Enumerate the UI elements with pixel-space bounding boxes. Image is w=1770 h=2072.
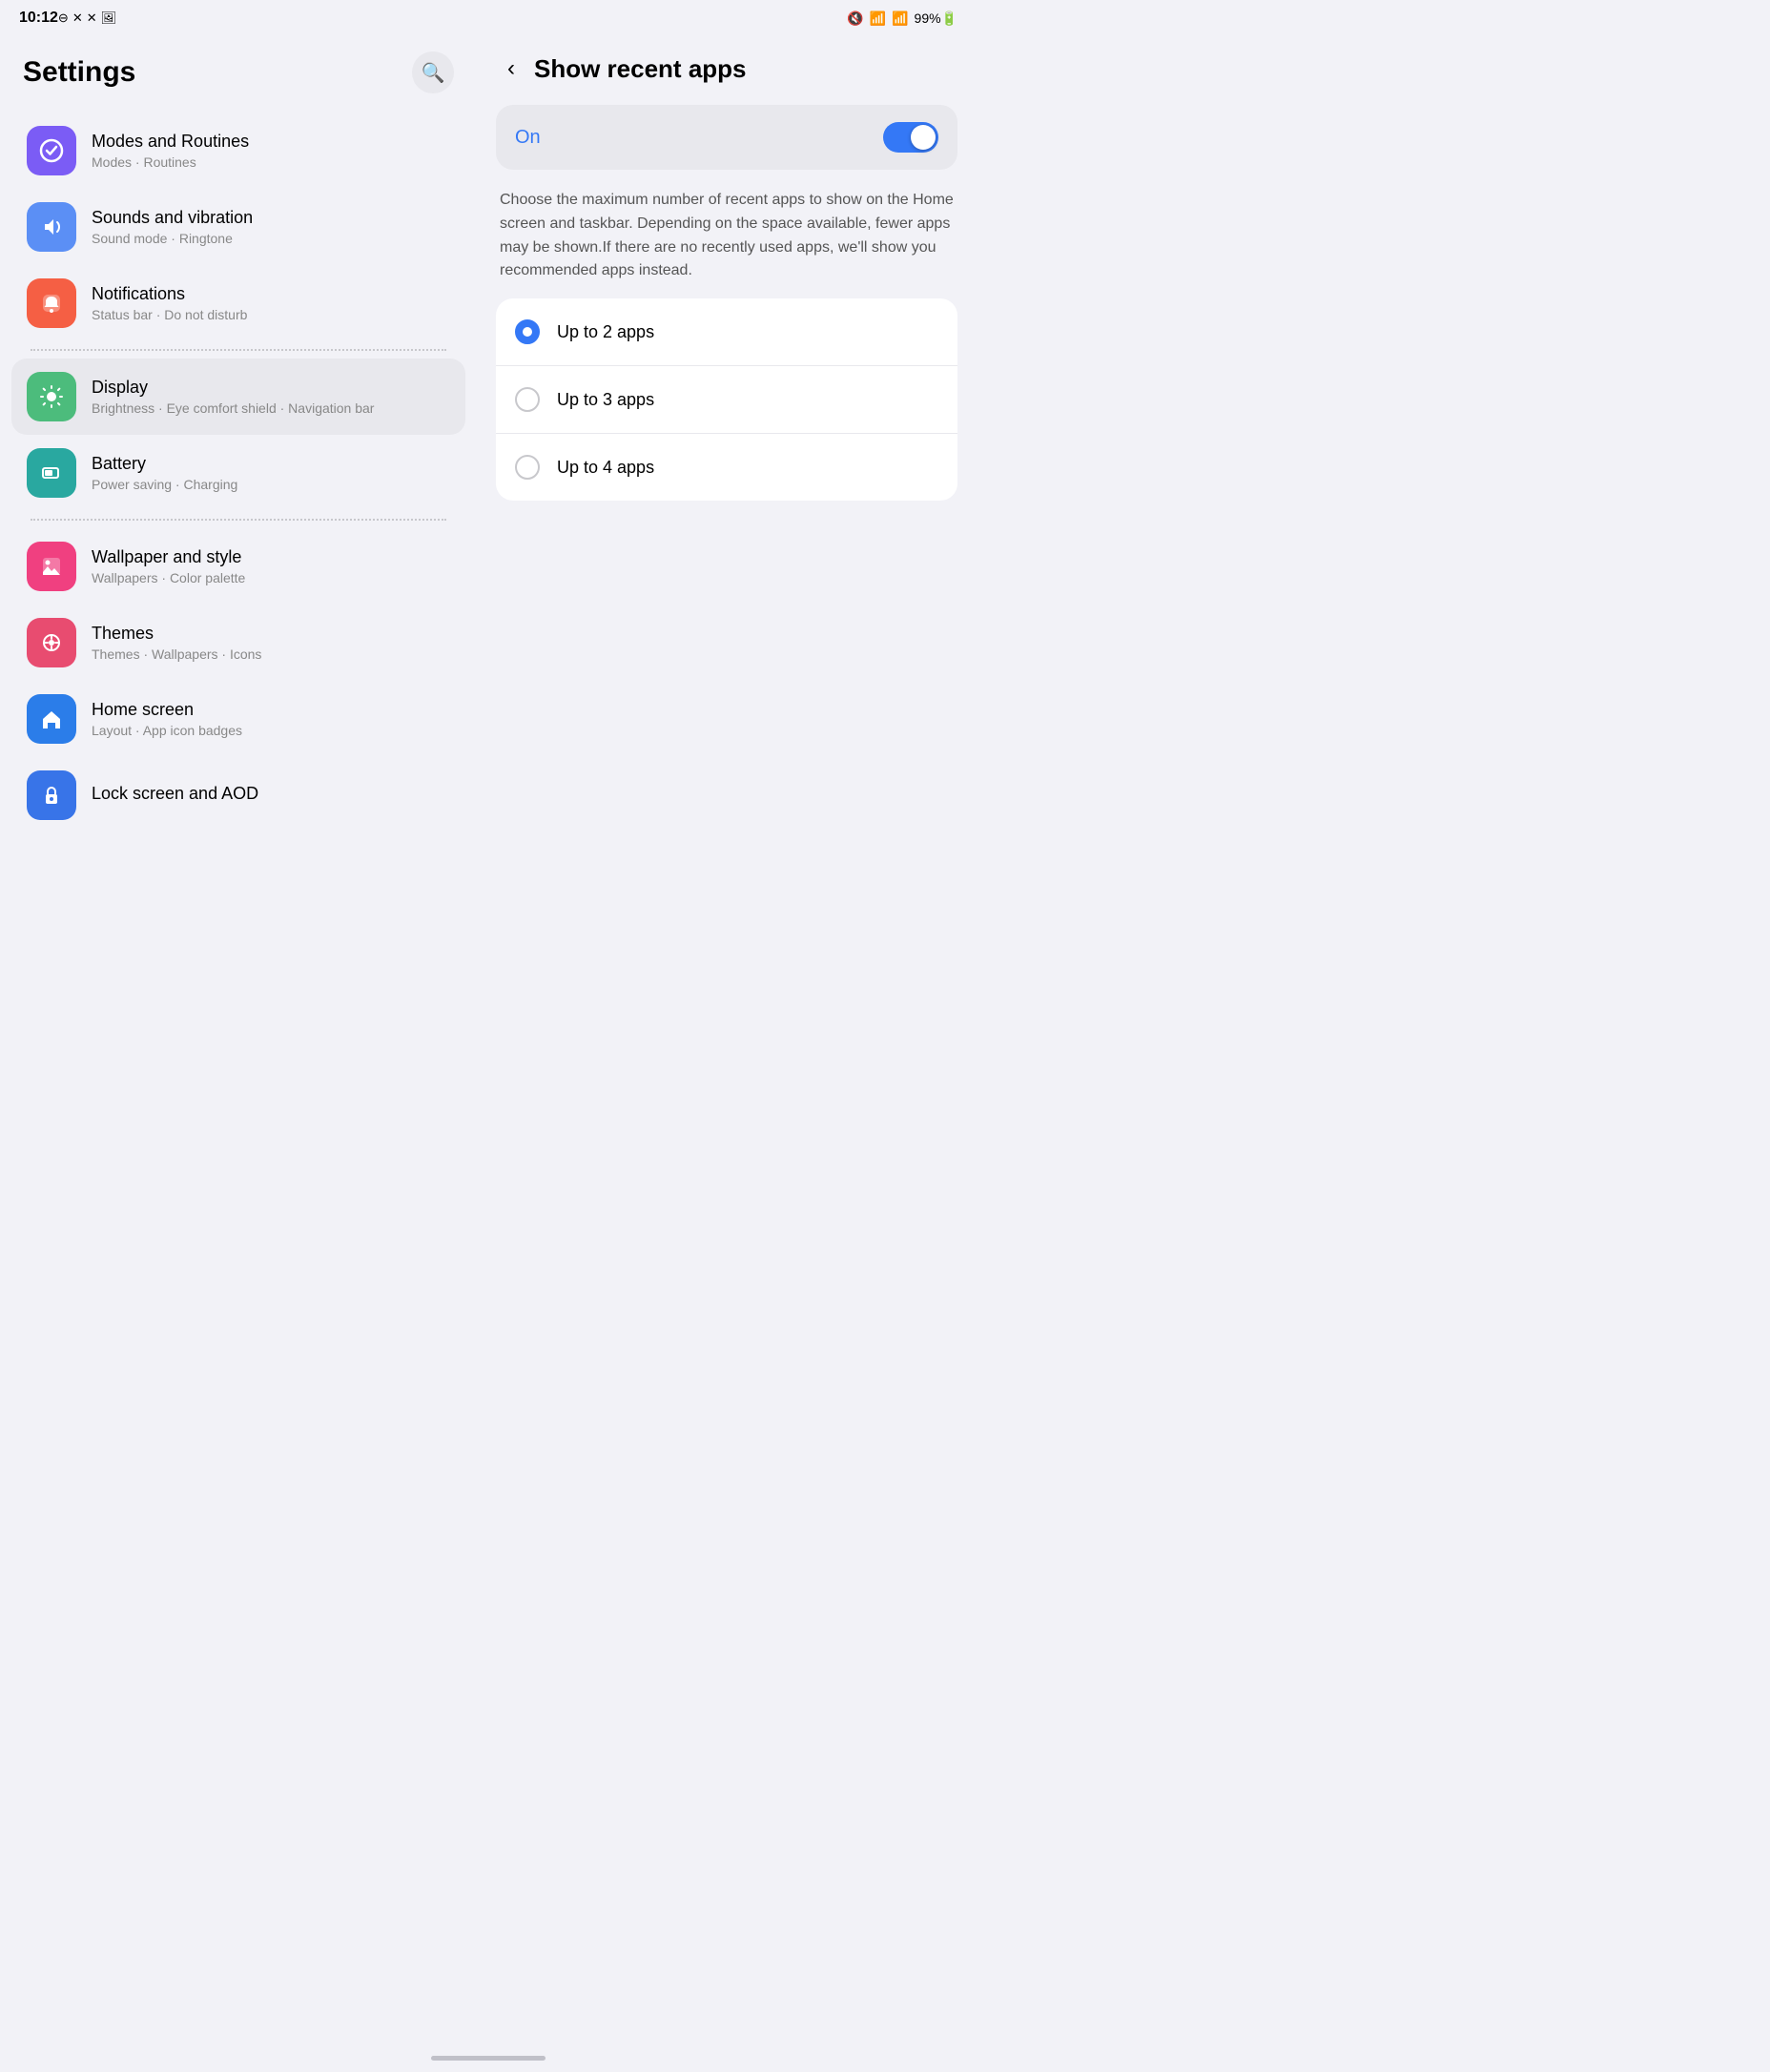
toggle-row: On xyxy=(496,105,957,170)
themes-sub: Themes · Wallpapers · Icons xyxy=(92,646,450,662)
notifications-label: Notifications xyxy=(92,284,450,304)
modes-routines-icon xyxy=(27,126,76,175)
wifi-icon: 📶 xyxy=(870,10,886,27)
sidebar-item-battery[interactable]: Battery Power saving · Charging xyxy=(11,435,465,511)
status-notif-icons: ⊖ ✕ ✕ 🖼 xyxy=(58,10,116,26)
themes-label: Themes xyxy=(92,624,450,644)
sidebar-item-lock-screen[interactable]: Lock screen and AOD xyxy=(11,757,465,833)
modes-routines-label: Modes and Routines xyxy=(92,132,450,152)
home-screen-icon xyxy=(27,694,76,744)
wallpaper-sub: Wallpapers · Color palette xyxy=(92,570,450,585)
notif-icon-3: ✕ xyxy=(87,10,97,26)
notifications-icon xyxy=(27,278,76,328)
search-button[interactable]: 🔍 xyxy=(412,51,454,93)
battery-label: Battery xyxy=(92,454,450,474)
lock-screen-label: Lock screen and AOD xyxy=(92,784,450,804)
sidebar-item-wallpaper[interactable]: Wallpaper and style Wallpapers · Color p… xyxy=(11,528,465,605)
battery-sub: Power saving · Charging xyxy=(92,477,450,492)
status-bar: 10:12 ⊖ ✕ ✕ 🖼 🔇 📶 📶 99%🔋 xyxy=(0,0,977,32)
sidebar-item-notifications[interactable]: Notifications Status bar · Do not distur… xyxy=(11,265,465,341)
search-icon: 🔍 xyxy=(422,61,445,85)
right-panel-title: Show recent apps xyxy=(534,54,747,84)
radio-item-up-to-2[interactable]: Up to 2 apps xyxy=(496,298,957,366)
right-header: ‹ Show recent apps xyxy=(496,42,957,105)
radio-circle-up-to-3 xyxy=(515,387,540,412)
radio-options-list: Up to 2 apps Up to 3 apps Up to 4 apps xyxy=(496,298,957,501)
back-button[interactable]: ‹ xyxy=(500,51,523,86)
mute-icon: 🔇 xyxy=(847,10,863,27)
sidebar-item-home-screen[interactable]: Home screen Layout · App icon badges xyxy=(11,681,465,757)
divider-2 xyxy=(31,519,446,521)
panel-header: Settings 🔍 xyxy=(0,42,477,113)
home-screen-label: Home screen xyxy=(92,700,450,720)
notifications-sub: Status bar · Do not disturb xyxy=(92,307,450,322)
notif-icon-1: ⊖ xyxy=(58,10,69,26)
sounds-icon xyxy=(27,202,76,252)
modes-routines-sub: Modes · Routines xyxy=(92,154,450,170)
scroll-indicator xyxy=(0,2044,977,2072)
radio-label-up-to-3: Up to 3 apps xyxy=(557,390,654,410)
signal-icon: 📶 xyxy=(892,10,908,27)
radio-label-up-to-4: Up to 4 apps xyxy=(557,458,654,478)
sidebar-item-modes-routines[interactable]: Modes and Routines Modes · Routines xyxy=(11,113,465,189)
divider-1 xyxy=(31,349,446,351)
radio-item-up-to-3[interactable]: Up to 3 apps xyxy=(496,366,957,434)
toggle-switch[interactable] xyxy=(883,122,938,153)
notif-icon-4: 🖼 xyxy=(101,10,117,26)
sidebar-item-themes[interactable]: Themes Themes · Wallpapers · Icons xyxy=(11,605,465,681)
display-sub: Brightness · Eye comfort shield · Naviga… xyxy=(92,400,450,416)
wallpaper-label: Wallpaper and style xyxy=(92,547,450,567)
wallpaper-icon xyxy=(27,542,76,591)
status-time: 10:12 xyxy=(19,10,58,27)
battery-icon xyxy=(27,448,76,498)
description-text: Choose the maximum number of recent apps… xyxy=(496,185,957,298)
display-label: Display xyxy=(92,378,450,398)
home-screen-sub: Layout · App icon badges xyxy=(92,723,450,738)
main-layout: Settings 🔍 Modes and Routines Modes · Ro… xyxy=(0,32,977,2044)
page-title: Settings xyxy=(23,56,135,89)
left-panel: Settings 🔍 Modes and Routines Modes · Ro… xyxy=(0,32,477,2044)
battery-label: 99%🔋 xyxy=(915,10,957,27)
display-icon xyxy=(27,372,76,421)
themes-icon xyxy=(27,618,76,667)
notif-icon-2: ✕ xyxy=(72,10,83,26)
radio-label-up-to-2: Up to 2 apps xyxy=(557,322,654,342)
right-panel: ‹ Show recent apps On Choose the maximum… xyxy=(477,32,977,2044)
radio-item-up-to-4[interactable]: Up to 4 apps xyxy=(496,434,957,501)
sounds-label: Sounds and vibration xyxy=(92,208,450,228)
sidebar-item-sounds[interactable]: Sounds and vibration Sound mode · Ringto… xyxy=(11,189,465,265)
settings-list: Modes and Routines Modes · Routines Soun… xyxy=(11,113,465,833)
lock-screen-icon xyxy=(27,770,76,820)
toggle-label: On xyxy=(515,127,541,149)
sidebar-item-display[interactable]: Display Brightness · Eye comfort shield … xyxy=(11,359,465,435)
status-right-icons: 🔇 📶 📶 99%🔋 xyxy=(847,10,957,27)
scroll-bar xyxy=(431,2056,545,2061)
radio-circle-up-to-2 xyxy=(515,319,540,344)
radio-circle-up-to-4 xyxy=(515,455,540,480)
sounds-sub: Sound mode · Ringtone xyxy=(92,231,450,246)
back-icon: ‹ xyxy=(507,55,515,81)
